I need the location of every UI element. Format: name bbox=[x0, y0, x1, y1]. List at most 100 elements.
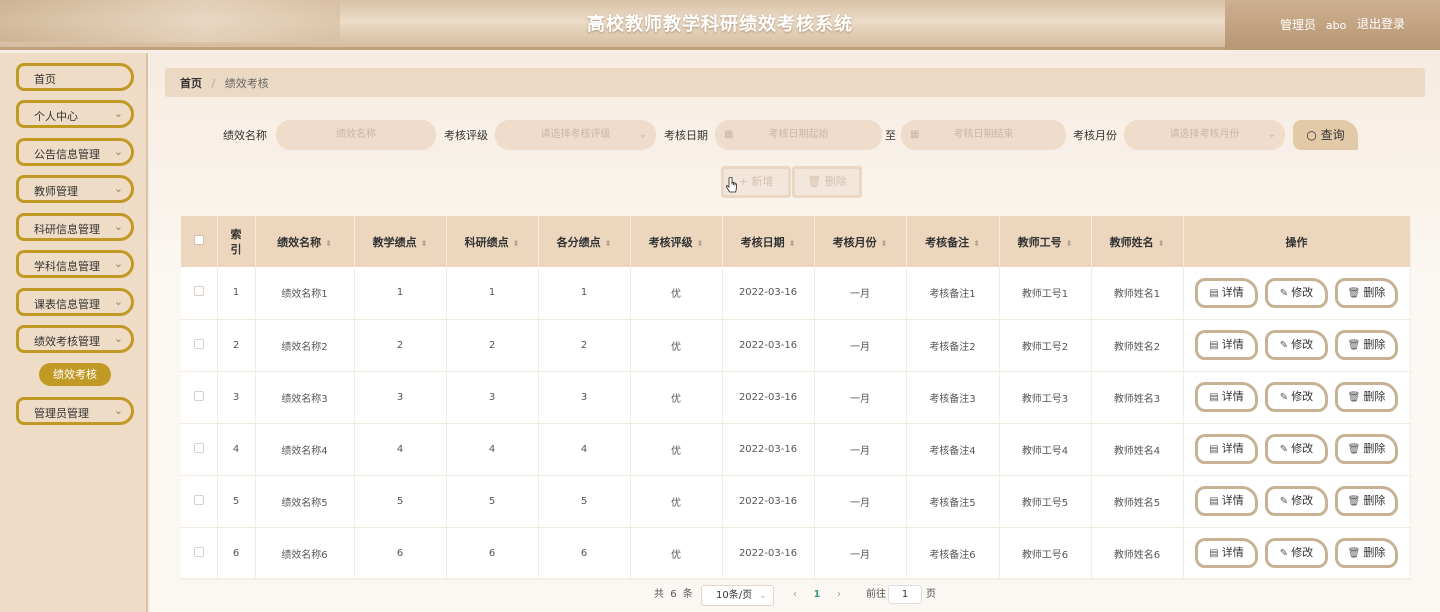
sort-icon[interactable]: ⬍ bbox=[697, 239, 704, 248]
logout-link[interactable]: 退出登录 bbox=[1357, 15, 1405, 32]
sidebar-item-home[interactable]: 首页 bbox=[16, 63, 134, 91]
prev-page-button[interactable]: ‹ bbox=[788, 586, 802, 604]
column-header[interactable]: 考核月份 ⬍ bbox=[814, 216, 907, 267]
name-input[interactable]: 绩效名称 bbox=[276, 120, 436, 150]
sort-icon[interactable]: ⬍ bbox=[605, 239, 612, 248]
sidebar-item-label: 科研信息管理 bbox=[34, 223, 100, 236]
detail-button-label: 详情 bbox=[1221, 338, 1244, 351]
column-header[interactable]: 考核备注 ⬍ bbox=[906, 216, 1000, 267]
cell-month: 一月 bbox=[814, 475, 907, 527]
user-role: 管理员 bbox=[1280, 18, 1317, 32]
sidebar-item-teacher-management[interactable]: 教师管理 ⌄ bbox=[16, 175, 134, 203]
date-to-label: 至 bbox=[885, 129, 896, 142]
sort-icon[interactable]: ⬍ bbox=[513, 239, 520, 248]
sidebar-item-notice-management[interactable]: 公告信息管理 ⌄ bbox=[16, 138, 134, 166]
select-all-checkbox[interactable] bbox=[193, 235, 204, 245]
sidebar-item-label: 绩效考核管理 bbox=[34, 335, 100, 348]
column-header[interactable]: 绩效名称 ⬍ bbox=[255, 216, 355, 267]
cell-grade: 优 bbox=[630, 423, 723, 475]
edit-button[interactable]: ✎ 修改 bbox=[1265, 486, 1328, 516]
detail-button[interactable]: ▤ 详情 bbox=[1195, 486, 1258, 516]
trash-icon: 🗑 bbox=[1347, 340, 1361, 351]
sidebar-item-subject-management[interactable]: 学科信息管理 ⌄ bbox=[16, 250, 134, 278]
delete-button[interactable]: 🗑 删除 bbox=[1335, 330, 1398, 360]
edit-button[interactable]: ✎ 修改 bbox=[1265, 330, 1328, 360]
column-header[interactable]: 教师工号 ⬍ bbox=[999, 216, 1092, 267]
sort-icon[interactable]: ⬍ bbox=[1158, 239, 1165, 248]
date-end-input[interactable]: ▦ 考核日期结束 bbox=[901, 120, 1066, 150]
batch-delete-button[interactable]: 🗑 删除 bbox=[792, 166, 862, 198]
column-header[interactable]: 考核日期 ⬍ bbox=[722, 216, 815, 267]
page-number-1[interactable]: 1 bbox=[810, 586, 824, 604]
pencil-icon: ✎ bbox=[1279, 496, 1289, 507]
sort-icon[interactable]: ⬍ bbox=[973, 239, 980, 248]
calendar-icon: ▦ bbox=[910, 129, 920, 140]
breadcrumb-current: 绩效考核 bbox=[224, 77, 269, 90]
date-start-input[interactable]: ▦ 考核日期起始 bbox=[715, 120, 882, 150]
column-header-label: 索引 bbox=[230, 227, 242, 256]
edit-button[interactable]: ✎ 修改 bbox=[1265, 538, 1328, 568]
edit-button[interactable]: ✎ 修改 bbox=[1265, 382, 1328, 412]
cell-score: 1 bbox=[538, 267, 631, 319]
cell-research: 6 bbox=[446, 527, 539, 579]
sort-icon[interactable]: ⬍ bbox=[325, 239, 332, 248]
sort-icon[interactable]: ⬍ bbox=[881, 239, 888, 248]
detail-button[interactable]: ▤ 详情 bbox=[1195, 277, 1258, 308]
row-checkbox[interactable] bbox=[193, 546, 204, 557]
cell-index: 1 bbox=[217, 267, 256, 319]
detail-button[interactable]: ▤ 详情 bbox=[1195, 330, 1258, 360]
grade-placeholder: 请选择考核评级 bbox=[540, 129, 611, 140]
grade-select[interactable]: 请选择考核评级 ⌄ bbox=[495, 120, 656, 150]
cell-month: 一月 bbox=[814, 371, 907, 423]
date-start-placeholder: 考核日期起始 bbox=[768, 129, 829, 140]
breadcrumb-home[interactable]: 首页 bbox=[180, 77, 202, 90]
cell-index: 3 bbox=[217, 371, 256, 423]
cell-name: 绩效名称4 bbox=[255, 423, 355, 475]
column-header[interactable]: 科研绩点 ⬍ bbox=[446, 216, 539, 267]
month-select[interactable]: 请选择考核月份 ⌄ bbox=[1124, 120, 1285, 150]
column-header[interactable]: 教学绩点 ⬍ bbox=[354, 216, 447, 267]
column-header[interactable]: 教师姓名 ⬍ bbox=[1091, 216, 1184, 267]
document-icon: ▤ bbox=[1209, 340, 1219, 351]
row-checkbox[interactable] bbox=[193, 286, 204, 297]
row-checkbox[interactable] bbox=[193, 442, 204, 453]
detail-button[interactable]: ▤ 详情 bbox=[1195, 434, 1258, 464]
row-operations: ▤ 详情 ✎ 修改 🗑 删除 bbox=[1183, 527, 1411, 579]
detail-button[interactable]: ▤ 详情 bbox=[1195, 538, 1258, 568]
edit-button[interactable]: ✎ 修改 bbox=[1265, 277, 1328, 308]
column-header[interactable]: 考核评级 ⬍ bbox=[630, 216, 723, 267]
sort-icon[interactable]: ⬍ bbox=[421, 239, 428, 248]
sidebar-item-personal-center[interactable]: 个人中心 ⌄ bbox=[16, 100, 134, 128]
delete-button[interactable]: 🗑 删除 bbox=[1335, 382, 1398, 412]
cell-tname: 教师姓名5 bbox=[1091, 475, 1184, 527]
sidebar-item-performance-management[interactable]: 绩效考核管理 ⌄ bbox=[16, 325, 134, 353]
delete-button[interactable]: 🗑 删除 bbox=[1335, 434, 1398, 464]
sidebar-item-research-management[interactable]: 科研信息管理 ⌄ bbox=[16, 213, 134, 241]
sort-icon[interactable]: ⬍ bbox=[789, 239, 796, 248]
delete-button[interactable]: 🗑 删除 bbox=[1335, 486, 1398, 516]
page-size-select[interactable]: 10条/页 ⌄ bbox=[701, 585, 774, 606]
row-checkbox[interactable] bbox=[193, 390, 204, 401]
trash-icon: 🗑 bbox=[1347, 444, 1361, 455]
sort-icon[interactable]: ⬍ bbox=[1066, 239, 1073, 248]
row-operations: ▤ 详情 ✎ 修改 🗑 删除 bbox=[1183, 319, 1411, 371]
delete-button[interactable]: 🗑 删除 bbox=[1335, 538, 1398, 568]
next-page-button[interactable]: › bbox=[832, 586, 846, 604]
delete-button[interactable]: 🗑 删除 bbox=[1335, 277, 1398, 308]
sidebar-subitem-performance[interactable]: 绩效考核 bbox=[39, 363, 111, 386]
search-button[interactable]: ○ 查询 bbox=[1293, 120, 1358, 150]
sidebar-item-label: 学科信息管理 bbox=[34, 260, 100, 273]
cell-index: 5 bbox=[217, 475, 256, 527]
column-header[interactable]: 各分绩点 ⬍ bbox=[538, 216, 631, 267]
goto-page-input[interactable]: 1 bbox=[888, 585, 922, 604]
sidebar-item-admin-management[interactable]: 管理员管理 ⌄ bbox=[16, 397, 134, 425]
row-checkbox[interactable] bbox=[193, 338, 204, 349]
detail-button[interactable]: ▤ 详情 bbox=[1195, 382, 1258, 412]
edit-button[interactable]: ✎ 修改 bbox=[1265, 434, 1328, 464]
total-prefix: 共 bbox=[654, 589, 664, 600]
user-info: 管理员 abo bbox=[1280, 16, 1346, 33]
date-end-placeholder: 考核日期结束 bbox=[953, 129, 1014, 140]
row-checkbox[interactable] bbox=[193, 494, 204, 505]
sidebar-item-label: 公告信息管理 bbox=[34, 148, 100, 161]
sidebar-item-schedule-management[interactable]: 课表信息管理 ⌄ bbox=[16, 288, 134, 316]
